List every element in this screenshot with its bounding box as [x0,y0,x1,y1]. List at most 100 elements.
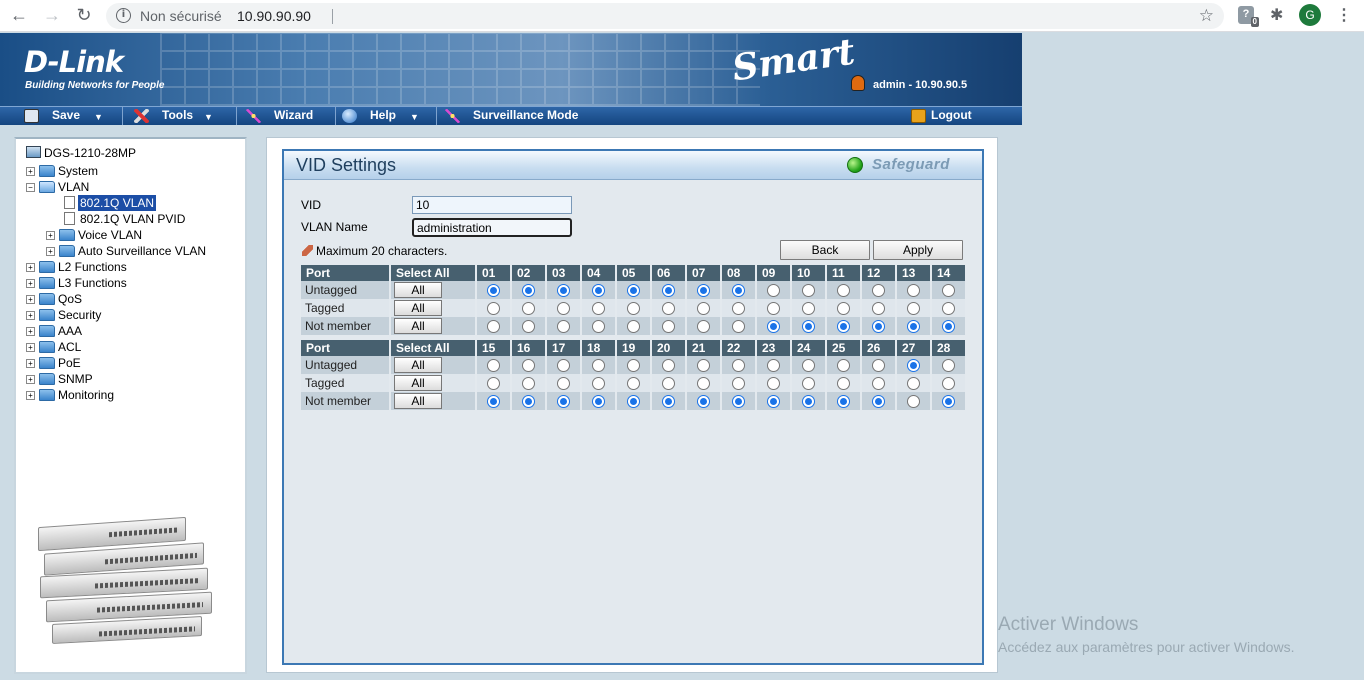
port-21-untagged-radio[interactable] [697,359,710,373]
expand-plus-icon[interactable]: + [26,391,35,400]
vid-input[interactable] [412,196,572,214]
port-24-not-member-radio[interactable] [802,395,815,409]
port-14-tagged-radio[interactable] [942,302,955,316]
port-12-untagged-radio[interactable] [872,284,885,298]
apply-button[interactable]: Apply [873,240,963,260]
port-16-not-member-radio[interactable] [522,395,535,409]
expand-plus-icon[interactable]: + [26,327,35,336]
url-text[interactable]: 10.90.90.90 [237,8,311,24]
port-09-not-member-radio[interactable] [767,320,780,334]
port-26-tagged-radio[interactable] [872,377,885,391]
reload-icon[interactable]: ↻ [73,5,95,25]
extension-icon[interactable]: ? 0 [1238,6,1259,27]
not-member-all-button[interactable]: All [394,318,442,334]
port-11-tagged-radio[interactable] [837,302,850,316]
port-06-not-member-radio[interactable] [662,320,675,334]
vlan-name-input[interactable] [412,218,572,237]
port-28-tagged-radio[interactable] [942,377,955,391]
port-24-tagged-radio[interactable] [802,377,815,391]
port-23-tagged-radio[interactable] [767,377,780,391]
port-16-tagged-radio[interactable] [522,377,535,391]
surveillance-mode-menu[interactable]: Surveillance Mode [445,107,595,125]
not-member-all-button[interactable]: All [394,393,442,409]
port-08-tagged-radio[interactable] [732,302,745,316]
port-13-untagged-radio[interactable] [907,284,920,298]
wizard-menu[interactable]: Wizard [246,107,326,125]
untagged-all-button[interactable]: All [394,357,442,373]
port-27-untagged-radio[interactable] [907,359,920,373]
port-09-tagged-radio[interactable] [767,302,780,316]
expand-plus-icon[interactable]: + [46,247,55,256]
port-03-untagged-radio[interactable] [557,284,570,298]
port-11-untagged-radio[interactable] [837,284,850,298]
port-03-not-member-radio[interactable] [557,320,570,334]
port-12-not-member-radio[interactable] [872,320,885,334]
port-07-not-member-radio[interactable] [697,320,710,334]
help-menu[interactable]: Help ▼ [342,107,426,125]
port-19-not-member-radio[interactable] [627,395,640,409]
port-15-untagged-radio[interactable] [487,359,500,373]
port-05-untagged-radio[interactable] [627,284,640,298]
port-01-tagged-radio[interactable] [487,302,500,316]
bookmark-star-icon[interactable]: ☆ [1199,6,1214,26]
port-19-tagged-radio[interactable] [627,377,640,391]
port-13-tagged-radio[interactable] [907,302,920,316]
tagged-all-button[interactable]: All [394,300,442,316]
port-26-untagged-radio[interactable] [872,359,885,373]
tools-menu[interactable]: Tools ▼ [134,107,218,125]
port-14-not-member-radio[interactable] [942,320,955,334]
port-24-untagged-radio[interactable] [802,359,815,373]
expand-plus-icon[interactable]: + [46,231,55,240]
forward-arrow-icon[interactable]: → [41,5,63,25]
port-10-untagged-radio[interactable] [802,284,815,298]
port-12-tagged-radio[interactable] [872,302,885,316]
logout-button[interactable]: Logout [911,107,981,125]
port-22-tagged-radio[interactable] [732,377,745,391]
port-23-untagged-radio[interactable] [767,359,780,373]
port-02-tagged-radio[interactable] [522,302,535,316]
port-17-tagged-radio[interactable] [557,377,570,391]
port-08-not-member-radio[interactable] [732,320,745,334]
port-07-untagged-radio[interactable] [697,284,710,298]
port-06-tagged-radio[interactable] [662,302,675,316]
port-25-tagged-radio[interactable] [837,377,850,391]
port-19-untagged-radio[interactable] [627,359,640,373]
port-05-not-member-radio[interactable] [627,320,640,334]
port-20-tagged-radio[interactable] [662,377,675,391]
port-25-not-member-radio[interactable] [837,395,850,409]
expand-plus-icon[interactable]: + [26,359,35,368]
kebab-menu-icon[interactable]: ⋮ [1336,5,1352,25]
port-13-not-member-radio[interactable] [907,320,920,334]
puzzle-icon[interactable]: ✱ [1270,5,1283,25]
port-10-not-member-radio[interactable] [802,320,815,334]
port-04-tagged-radio[interactable] [592,302,605,316]
port-21-not-member-radio[interactable] [697,395,710,409]
port-22-not-member-radio[interactable] [732,395,745,409]
port-25-untagged-radio[interactable] [837,359,850,373]
expand-plus-icon[interactable]: + [26,375,35,384]
expand-plus-icon[interactable]: + [26,295,35,304]
port-15-not-member-radio[interactable] [487,395,500,409]
back-arrow-icon[interactable]: ← [8,5,30,25]
port-08-untagged-radio[interactable] [732,284,745,298]
port-17-not-member-radio[interactable] [557,395,570,409]
port-28-not-member-radio[interactable] [942,395,955,409]
port-10-tagged-radio[interactable] [802,302,815,316]
port-02-untagged-radio[interactable] [522,284,535,298]
port-16-untagged-radio[interactable] [522,359,535,373]
untagged-all-button[interactable]: All [394,282,442,298]
port-18-tagged-radio[interactable] [592,377,605,391]
port-28-untagged-radio[interactable] [942,359,955,373]
expand-plus-icon[interactable]: + [26,279,35,288]
port-20-untagged-radio[interactable] [662,359,675,373]
port-02-not-member-radio[interactable] [522,320,535,334]
address-bar[interactable]: i Non sécurisé 10.90.90.90 ☆ [106,3,1224,29]
port-18-not-member-radio[interactable] [592,395,605,409]
expand-plus-icon[interactable]: + [26,343,35,352]
port-20-not-member-radio[interactable] [662,395,675,409]
port-03-tagged-radio[interactable] [557,302,570,316]
port-01-not-member-radio[interactable] [487,320,500,334]
back-button[interactable]: Back [780,240,870,260]
port-27-not-member-radio[interactable] [907,395,920,409]
port-21-tagged-radio[interactable] [697,377,710,391]
